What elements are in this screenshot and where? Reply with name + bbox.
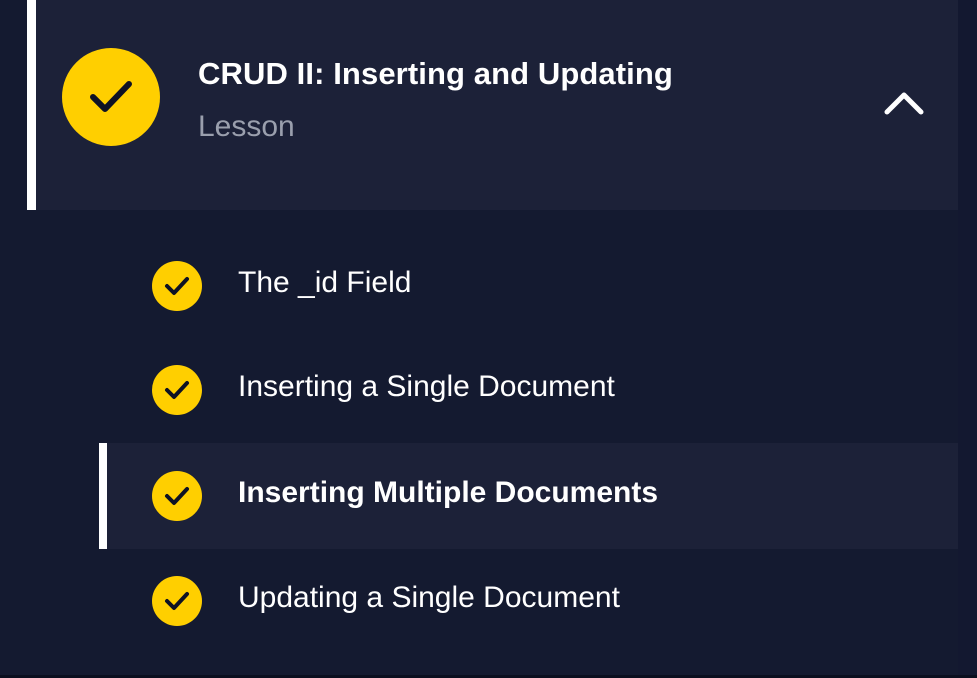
item-complete-check-icon [152, 576, 202, 626]
lesson-type-label: Lesson [198, 110, 295, 143]
lesson-complete-check-icon [62, 48, 160, 146]
lesson-item-label: Inserting a Single Document [238, 370, 615, 403]
item-complete-check-icon [152, 471, 202, 521]
item-complete-check-icon [152, 261, 202, 311]
lesson-item-label: Updating a Single Document [238, 581, 620, 614]
panel-edge [958, 0, 977, 678]
lesson-item-updating-single-document[interactable]: Updating a Single Document [99, 548, 958, 654]
lesson-item-label: The _id Field [238, 266, 412, 299]
lesson-item-inserting-multiple-documents[interactable]: Inserting Multiple Documents [99, 443, 958, 549]
lesson-active-indicator [27, 0, 36, 210]
collapse-toggle-button[interactable] [873, 78, 935, 128]
chevron-up-icon [884, 92, 924, 115]
lesson-title: CRUD II: Inserting and Updating [198, 56, 673, 91]
course-outline-panel: CRUD II: Inserting and Updating Lesson T… [0, 0, 977, 678]
item-complete-check-icon [152, 365, 202, 415]
lesson-item-label: Inserting Multiple Documents [238, 476, 659, 509]
lesson-item-the-id-field[interactable]: The _id Field [99, 233, 958, 339]
lesson-header[interactable]: CRUD II: Inserting and Updating Lesson [27, 0, 958, 210]
item-active-indicator [99, 443, 107, 549]
lesson-item-inserting-single-document[interactable]: Inserting a Single Document [99, 337, 958, 443]
